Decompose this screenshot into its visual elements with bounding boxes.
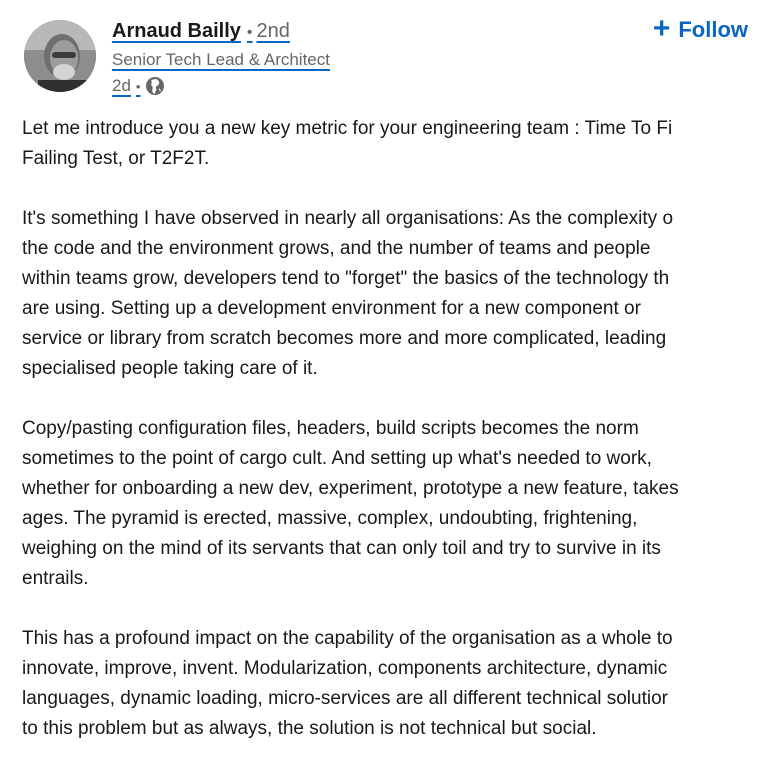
post-line: sometimes to the point of cargo cult. An… bbox=[22, 448, 652, 469]
author-avatar[interactable] bbox=[24, 20, 96, 92]
post-line: within teams grow, developers tend to "f… bbox=[22, 268, 670, 289]
post-line: the code and the environment grows, and … bbox=[22, 238, 651, 259]
follow-label: Follow bbox=[678, 17, 748, 42]
post-header: Arnaud Bailly • 2nd Senior Tech Lead & A… bbox=[0, 0, 772, 110]
post-line: languages, dynamic loading, micro-servic… bbox=[22, 688, 668, 709]
post-line: Copy/pasting configuration files, header… bbox=[22, 418, 639, 439]
post-paragraph: Let me introduce you a new key metric fo… bbox=[22, 114, 772, 174]
connection-degree: 2nd bbox=[256, 20, 290, 42]
post-line: Let me introduce you a new key metric fo… bbox=[22, 118, 673, 139]
post-line: This has a profound impact on the capabi… bbox=[22, 628, 673, 649]
post-paragraph: It's something I have observed in nearly… bbox=[22, 204, 772, 384]
post-line: Failing Test, or T2F2T. bbox=[22, 148, 210, 169]
author-name[interactable]: Arnaud Bailly bbox=[112, 20, 241, 43]
author-headline[interactable]: Senior Tech Lead & Architect bbox=[112, 50, 330, 69]
globe-icon bbox=[145, 76, 165, 96]
degree-separator: • bbox=[246, 24, 253, 41]
post-line: are using. Setting up a development envi… bbox=[22, 298, 641, 319]
author-name-line: Arnaud Bailly • 2nd bbox=[112, 20, 330, 50]
post-paragraph: Copy/pasting configuration files, header… bbox=[22, 414, 772, 594]
author-info: Arnaud Bailly • 2nd Senior Tech Lead & A… bbox=[112, 20, 330, 98]
author-headline-line: Senior Tech Lead & Architect bbox=[112, 50, 330, 74]
follow-button[interactable]: + Follow bbox=[652, 11, 748, 46]
post-line: innovate, improve, invent. Modularizatio… bbox=[22, 658, 668, 679]
post-line: weighing on the mind of its servants tha… bbox=[22, 538, 661, 559]
post-text: Let me introduce you a new key metric fo… bbox=[22, 114, 772, 774]
post-line: whether for onboarding a new dev, experi… bbox=[22, 478, 679, 499]
post-paragraph: This has a profound impact on the capabi… bbox=[22, 624, 772, 744]
post-line: It's something I have observed in nearly… bbox=[22, 208, 674, 229]
post-meta[interactable]: 2d • bbox=[112, 74, 330, 98]
post-line: specialised people taking care of it. bbox=[22, 358, 318, 379]
post-line: service or library from scratch becomes … bbox=[22, 328, 667, 349]
plus-icon: + bbox=[652, 11, 671, 45]
post-time: 2d bbox=[112, 76, 131, 95]
profile-photo-icon bbox=[24, 20, 96, 92]
post-line: ages. The pyramid is erected, massive, c… bbox=[22, 508, 638, 529]
meta-separator: • bbox=[135, 78, 141, 94]
post-line: entrails. bbox=[22, 568, 89, 589]
